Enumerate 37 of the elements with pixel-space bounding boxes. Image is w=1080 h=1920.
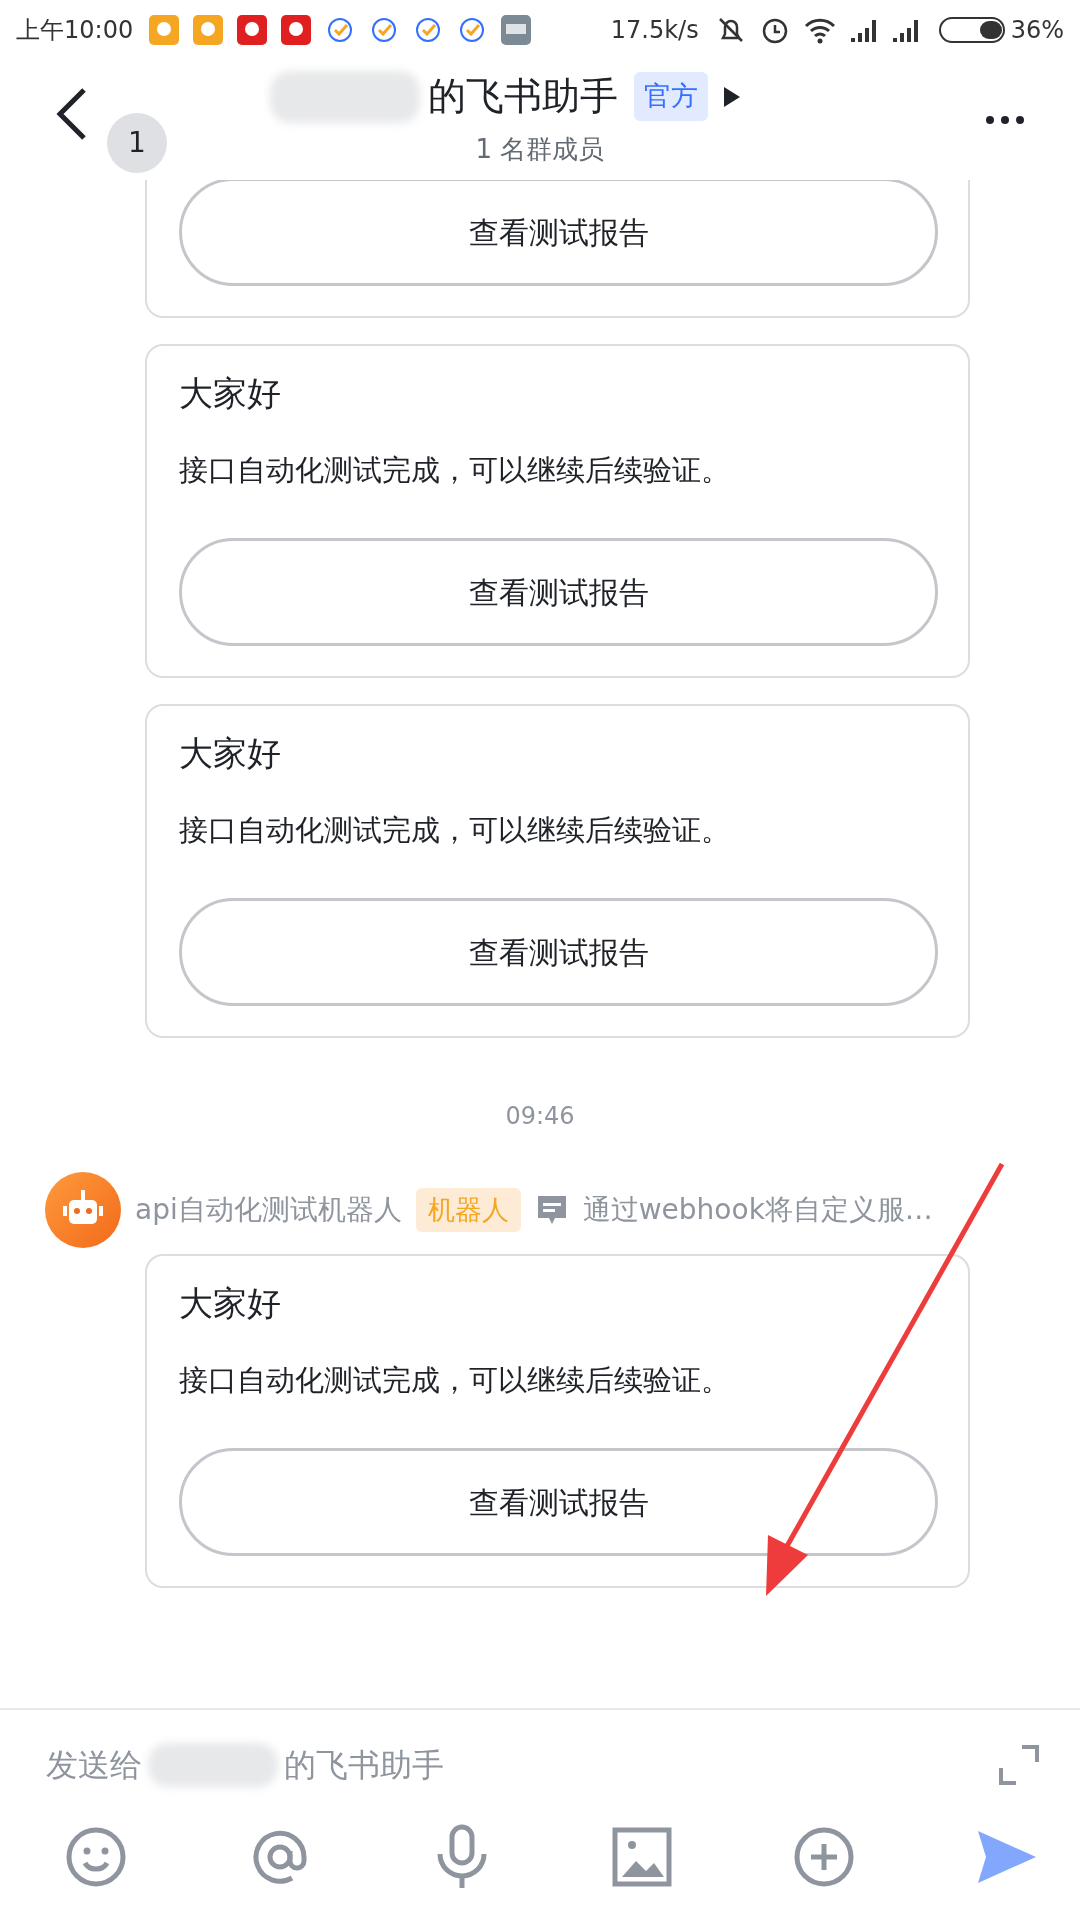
- robot-avatar[interactable]: [45, 1172, 121, 1248]
- group-avatar[interactable]: 1: [107, 113, 167, 173]
- hint-text: 发送给: [46, 1745, 142, 1786]
- timestamp: 09:46: [505, 1102, 575, 1130]
- send-icon[interactable]: [976, 1829, 1038, 1885]
- notification-icon: [193, 15, 224, 45]
- hint-text: 的飞书助手: [284, 1745, 444, 1786]
- card-title: 大家好: [179, 1282, 282, 1325]
- app-icon: [501, 15, 532, 45]
- view-report-button[interactable]: 查看测试报告: [179, 1448, 938, 1556]
- bot-tag: 机器人: [415, 1187, 521, 1233]
- card-title: 大家好: [179, 732, 282, 775]
- notification-icon: [237, 15, 268, 45]
- bot-description: 通过webhook将自定义服…: [582, 1192, 933, 1228]
- view-report-button[interactable]: 查看测试报告: [179, 538, 938, 646]
- play-icon[interactable]: [722, 84, 742, 109]
- view-report-button[interactable]: 查看测试报告: [179, 898, 938, 1006]
- plus-icon[interactable]: [792, 1825, 856, 1889]
- image-icon[interactable]: [612, 1827, 672, 1887]
- card-text: 接口自动化测试完成，可以继续后续验证。: [179, 452, 731, 489]
- clock-text: 上午10:00: [16, 15, 134, 46]
- card-title: 大家好: [179, 372, 282, 415]
- chat-title: 的飞书助手: [428, 73, 618, 120]
- member-count-text: 1 名群成员: [475, 133, 605, 166]
- card-text: 接口自动化测试完成，可以继续后续验证。: [179, 812, 731, 849]
- expand-icon[interactable]: [998, 1744, 1040, 1786]
- battery-icon: [938, 15, 1005, 45]
- battery-text: 36%: [1010, 15, 1064, 46]
- more-icon[interactable]: [985, 115, 1025, 125]
- sender-name: api自动化测试机器人: [135, 1192, 402, 1228]
- notification-icon: [281, 15, 312, 45]
- emoji-icon[interactable]: [64, 1825, 128, 1889]
- card-text: 接口自动化测试完成，可以继续后续验证。: [179, 1362, 731, 1399]
- network-speed-text: 17.5k/s: [610, 15, 699, 46]
- notification-icon: [149, 15, 180, 45]
- view-report-button[interactable]: 查看测试报告: [179, 180, 938, 286]
- official-badge: 官方: [634, 72, 708, 121]
